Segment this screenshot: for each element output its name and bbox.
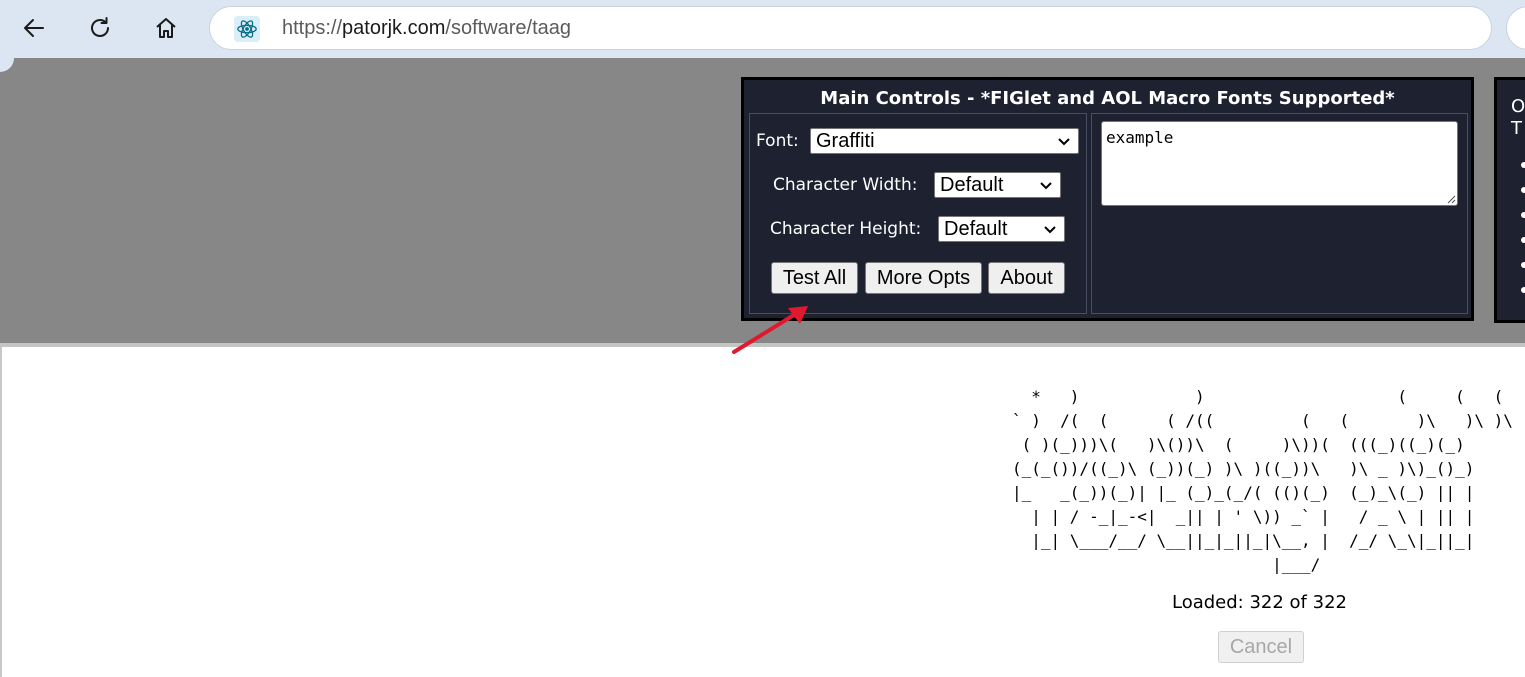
character-height-value: Default	[944, 218, 1008, 240]
ascii-art-output: * ) ) ( ( ( ` ) /( ( ( /(( ( ( )\ )\ )\ …	[1012, 387, 1513, 574]
side-panel-bullet	[1521, 212, 1525, 218]
text-input[interactable]: example	[1101, 121, 1458, 206]
side-panel-bullet	[1521, 237, 1525, 243]
controls-title: Main Controls - *FIGlet and AOL Macro Fo…	[820, 88, 1395, 109]
browser-toolbar: https://patorjk.com/software/taag	[0, 0, 1525, 58]
side-panel-bullet	[1521, 162, 1525, 168]
reload-icon	[91, 17, 109, 37]
character-width-label: Character Width:	[773, 175, 918, 195]
text-input-value: example	[1106, 128, 1174, 147]
home-button[interactable]	[146, 8, 186, 48]
url-text: https://patorjk.com/software/taag	[282, 17, 572, 39]
side-info-panel: O T	[1494, 77, 1525, 323]
character-height-label: Character Height:	[770, 219, 922, 239]
resize-grip-icon[interactable]	[1446, 194, 1456, 204]
font-label: Font:	[756, 131, 799, 151]
toolbar-extra-button[interactable]	[1506, 6, 1525, 50]
react-atom-icon	[234, 16, 260, 42]
side-panel-text-1: O	[1511, 96, 1525, 117]
character-height-select[interactable]: Default	[938, 216, 1065, 242]
more-opts-button[interactable]: More Opts	[865, 262, 982, 294]
chevron-down-icon	[1040, 182, 1052, 190]
chevron-down-icon	[1058, 138, 1070, 146]
side-panel-bullet	[1521, 287, 1525, 293]
test-all-button[interactable]: Test All	[771, 262, 858, 294]
character-width-value: Default	[940, 174, 1004, 196]
reload-button[interactable]	[80, 8, 120, 48]
cancel-button[interactable]: Cancel	[1218, 631, 1304, 663]
side-panel-bullet	[1521, 262, 1525, 268]
page-left-border	[0, 347, 2, 677]
about-button[interactable]: About	[988, 262, 1065, 294]
character-width-select[interactable]: Default	[934, 172, 1061, 198]
chevron-down-icon	[1044, 226, 1056, 234]
back-button[interactable]	[14, 8, 54, 48]
side-panel-bullet	[1521, 187, 1525, 193]
loaded-status: Loaded: 322 of 322	[1172, 592, 1347, 613]
back-arrow-icon	[24, 19, 44, 37]
font-select[interactable]: Graffiti	[810, 128, 1079, 154]
home-icon	[156, 18, 176, 38]
annotation-arrow-icon	[732, 306, 808, 354]
side-panel-text-2: T	[1511, 118, 1522, 139]
font-select-value: Graffiti	[816, 130, 875, 152]
address-bar[interactable]: https://patorjk.com/software/taag	[209, 6, 1492, 50]
